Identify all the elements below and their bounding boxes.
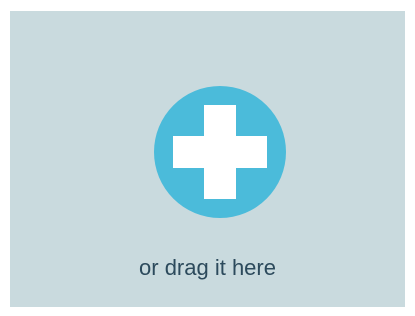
- add-file-button[interactable]: [154, 86, 286, 218]
- drag-hint-label: or drag it here: [139, 255, 276, 280]
- plus-icon: [154, 86, 286, 218]
- plus-icon-horizontal-bar: [173, 136, 267, 168]
- file-drop-zone[interactable]: or drag it here: [10, 11, 405, 307]
